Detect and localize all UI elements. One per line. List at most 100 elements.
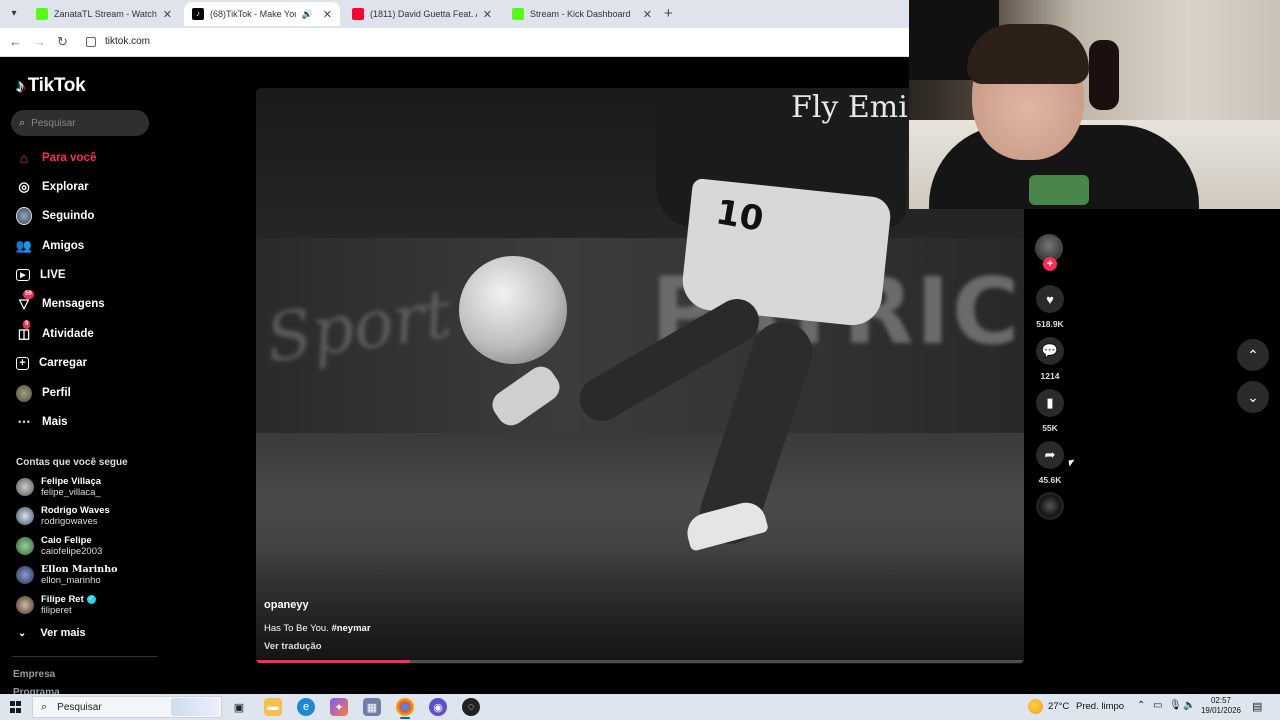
tab-search-icon[interactable]: ▾ xyxy=(6,6,22,22)
previous-video-button[interactable]: ⌃ xyxy=(1237,339,1269,371)
verified-badge-icon: ✓ xyxy=(86,594,96,604)
nav-item-friends[interactable]: 👥 Amigos xyxy=(16,235,84,257)
home-icon: ⌂ xyxy=(19,150,29,166)
video-author[interactable]: opaneyy xyxy=(264,599,309,611)
avatar xyxy=(16,566,34,584)
footer-link-program[interactable]: Programa xyxy=(13,687,60,694)
logo-text: TikTok xyxy=(27,75,86,96)
task-view-icon[interactable]: ▣ xyxy=(230,698,248,716)
caption-text: Has To Be You. xyxy=(264,623,329,634)
browser-tab[interactable]: (1811) David Guetta Feat. Akon ✕ xyxy=(344,2,500,26)
profile-avatar-icon xyxy=(16,384,32,402)
video-caption-shade xyxy=(256,544,1024,664)
store-icon[interactable]: ▦ xyxy=(363,698,381,716)
following-account[interactable]: Filipe Ret ✓ filiperet xyxy=(16,592,96,618)
nav-item-messages[interactable]: ▽ 59 Mensagens xyxy=(16,290,105,315)
volume-icon[interactable]: 🔈 xyxy=(1183,700,1195,711)
following-section-title: Contas que você segue xyxy=(16,457,128,468)
reload-icon[interactable]: ↻ xyxy=(57,34,68,50)
sidebar-divider xyxy=(12,656,157,657)
live-icon: ▶ xyxy=(16,269,30,281)
footer-link-company[interactable]: Empresa xyxy=(13,669,55,680)
video-progress-bar[interactable] xyxy=(256,660,1024,663)
copilot-icon[interactable]: ✦ xyxy=(330,698,348,716)
nav-item-live[interactable]: ▶ LIVE xyxy=(16,264,66,286)
share-button[interactable]: ➦ xyxy=(1036,441,1064,469)
nav-label: Explorar xyxy=(42,181,89,193)
battery-icon[interactable]: ▭ xyxy=(1153,700,1162,711)
taskbar-search[interactable]: ⌕ Pesquisar xyxy=(32,696,222,718)
obs-icon[interactable]: ◉ xyxy=(429,698,447,716)
url-field[interactable]: tiktok.com xyxy=(105,36,150,47)
chrome-icon[interactable] xyxy=(396,698,414,719)
search-input[interactable]: ⌕ Pesquisar xyxy=(11,110,149,136)
mouse-cursor-icon xyxy=(1068,459,1076,467)
account-handle: caiofelipe2003 xyxy=(41,546,103,557)
nav-label: Atividade xyxy=(42,328,94,340)
windows-taskbar: ⌕ Pesquisar ▣ ▬ e ✦ ▦ ◉ ◌ 27°C Pred. lim… xyxy=(0,694,1280,720)
save-button[interactable]: ▮ xyxy=(1036,389,1064,417)
comment-button[interactable]: 💬 xyxy=(1036,337,1064,365)
close-tab-icon[interactable]: ✕ xyxy=(163,8,172,21)
weather-icon[interactable] xyxy=(1028,699,1043,714)
browser-tab-active[interactable]: ♪ (68)TikTok - Make Your Day 🔊 ✕ xyxy=(184,2,340,26)
translate-button[interactable]: Ver tradução xyxy=(264,641,322,652)
following-account[interactable]: Caio Felipe caiofelipe2003 xyxy=(16,533,102,559)
weather-temperature: 27°C xyxy=(1048,701,1070,712)
chevron-down-icon: ⌄ xyxy=(1247,388,1259,405)
following-account[interactable]: Felipe Villaça felipe_villaca_ xyxy=(16,474,101,500)
search-highlight-image xyxy=(171,698,219,716)
avatar xyxy=(16,537,34,555)
compass-icon: ◎ xyxy=(18,179,30,194)
chevron-up-icon[interactable]: ⌃ xyxy=(1137,700,1145,711)
search-icon: ⌕ xyxy=(19,116,26,129)
like-button[interactable]: ♥ xyxy=(1036,285,1064,313)
see-more-button[interactable]: ⌄ Ver mais xyxy=(18,627,86,639)
video-progress-fill xyxy=(256,660,410,663)
browser-tab[interactable]: ZanataTL Stream - Watch Live o ✕ xyxy=(28,2,180,26)
tiktok-favicon-icon: ♪ xyxy=(192,8,204,20)
follow-plus-icon[interactable]: + xyxy=(1043,257,1057,271)
taskbar-search-text: Pesquisar xyxy=(57,701,102,713)
close-tab-icon[interactable]: ✕ xyxy=(483,8,492,21)
next-video-button[interactable]: ⌄ xyxy=(1237,381,1269,413)
caption-hashtag[interactable]: #neymar xyxy=(331,623,370,634)
taskbar-clock[interactable]: 02:57 19/01/2026 xyxy=(1196,696,1246,716)
nav-item-activity[interactable]: ◫ 9 Atividade xyxy=(16,320,94,345)
close-tab-icon[interactable]: ✕ xyxy=(323,8,332,21)
site-settings-icon[interactable] xyxy=(86,37,96,47)
close-tab-icon[interactable]: ✕ xyxy=(643,8,652,21)
notification-icon[interactable]: ▤ xyxy=(1252,700,1262,713)
following-account[interactable]: Rodrigo Waves rodrigowaves xyxy=(16,503,110,529)
webcam-overlay xyxy=(909,0,1280,209)
new-tab-button[interactable]: + xyxy=(664,5,673,22)
account-handle: felipe_villaca_ xyxy=(41,487,101,498)
nav-item-more[interactable]: ⋯ Mais xyxy=(16,411,68,433)
tab-title: (68)TikTok - Make Your Day xyxy=(210,9,296,19)
microphone-icon[interactable]: 🎙 xyxy=(1169,700,1182,711)
avatar xyxy=(16,596,34,614)
nav-label: Seguindo xyxy=(42,210,95,222)
nav-label: Mais xyxy=(42,416,68,428)
video-frame-ball xyxy=(459,256,567,364)
nav-item-for-you[interactable]: ⌂ Para você xyxy=(16,147,97,169)
comment-count: 1214 xyxy=(1040,371,1060,381)
file-explorer-icon[interactable]: ▬ xyxy=(264,698,282,716)
music-disc-icon[interactable] xyxy=(1036,492,1064,520)
nav-item-explore[interactable]: ◎ Explorar xyxy=(16,176,89,198)
edge-icon[interactable]: e xyxy=(297,698,315,716)
nav-item-following[interactable]: Seguindo xyxy=(16,205,94,227)
account-name: Rodrigo Waves xyxy=(41,505,110,516)
nav-item-profile[interactable]: Perfil xyxy=(16,382,71,404)
account-name: Filipe Ret xyxy=(41,594,84,605)
windows-start-icon[interactable] xyxy=(10,701,22,713)
tiktok-logo[interactable]: ♪ TikTok xyxy=(16,75,86,97)
browser-tab[interactable]: Stream - Kick Dashboard ✕ xyxy=(504,2,660,26)
app-icon[interactable]: ◌ xyxy=(462,698,480,716)
nav-item-upload[interactable]: + Carregar xyxy=(16,352,87,374)
following-account[interactable]: Ellon Marinho ellon_marinho xyxy=(16,562,117,588)
speaker-icon[interactable]: 🔊 xyxy=(302,9,313,20)
avatar xyxy=(16,478,34,496)
back-arrow-icon[interactable]: ← xyxy=(9,34,22,49)
forward-arrow-icon[interactable]: → xyxy=(33,34,46,49)
